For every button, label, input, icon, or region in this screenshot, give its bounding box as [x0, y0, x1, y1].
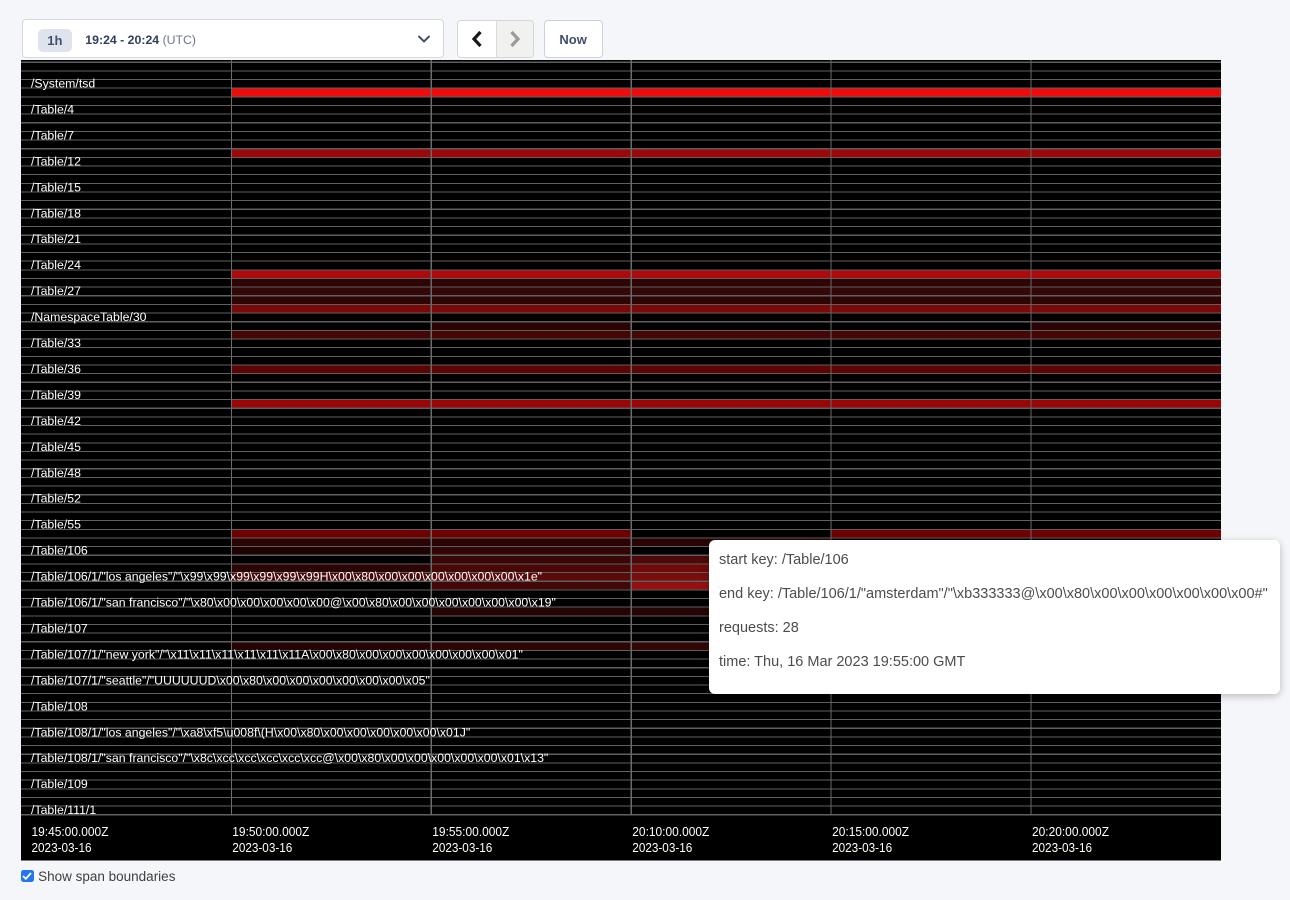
svg-text:19:50:00.000Z: 19:50:00.000Z	[232, 824, 309, 839]
svg-text:/Table/52: /Table/52	[31, 492, 81, 506]
svg-text:2023-03-16: 2023-03-16	[232, 840, 292, 855]
svg-text:/Table/39: /Table/39	[31, 388, 81, 402]
svg-text:20:15:00.000Z: 20:15:00.000Z	[832, 824, 909, 839]
svg-text:20:10:00.000Z: 20:10:00.000Z	[632, 824, 709, 839]
svg-text:2023-03-16: 2023-03-16	[832, 840, 892, 855]
svg-text:/Table/106/1/"san francisco"/": /Table/106/1/"san francisco"/"\x80\x00\x…	[31, 596, 556, 610]
svg-text:20:20:00.000Z: 20:20:00.000Z	[1032, 824, 1109, 839]
svg-text:/Table/15: /Table/15	[31, 180, 81, 194]
svg-text:/Table/107/1/"seattle"/"UUUUUU: /Table/107/1/"seattle"/"UUUUUUD\x00\x80\…	[31, 673, 430, 687]
svg-text:/Table/42: /Table/42	[31, 414, 81, 428]
svg-text:/Table/7: /Table/7	[31, 128, 74, 142]
svg-text:/NamespaceTable/30: /NamespaceTable/30	[31, 310, 147, 324]
svg-text:/Table/55: /Table/55	[31, 518, 81, 532]
svg-text:/Table/27: /Table/27	[31, 284, 81, 298]
svg-text:/Table/12: /Table/12	[31, 154, 81, 168]
svg-text:2023-03-16: 2023-03-16	[1032, 840, 1092, 855]
svg-text:/Table/106/1/"los angeles"/"\x: /Table/106/1/"los angeles"/"\x99\x99\x99…	[31, 570, 542, 584]
svg-text:2023-03-16: 2023-03-16	[432, 840, 492, 855]
svg-text:/Table/33: /Table/33	[31, 336, 81, 350]
svg-text:/Table/108/1/"los angeles"/"\x: /Table/108/1/"los angeles"/"\xa8\xf5\u00…	[31, 725, 470, 739]
svg-text:2023-03-16: 2023-03-16	[32, 840, 92, 855]
svg-text:/System/tsd: /System/tsd	[31, 77, 95, 91]
svg-text:/Table/18: /Table/18	[31, 206, 81, 220]
svg-text:/Table/106: /Table/106	[31, 544, 88, 558]
svg-text:/Table/107/1/"new york"/"\x11\: /Table/107/1/"new york"/"\x11\x11\x11\x1…	[31, 647, 523, 661]
svg-text:/Table/108/1/"san francisco"/": /Table/108/1/"san francisco"/"\x8c\xcc\x…	[31, 751, 548, 765]
svg-text:19:45:00.000Z: 19:45:00.000Z	[32, 824, 109, 839]
svg-text:/Table/111/1: /Table/111/1	[31, 803, 96, 817]
svg-text:/Table/107: /Table/107	[31, 621, 88, 635]
svg-text:/Table/48: /Table/48	[31, 466, 81, 480]
svg-text:/Table/36: /Table/36	[31, 362, 81, 376]
svg-text:/Table/4: /Table/4	[31, 102, 74, 116]
svg-text:/Table/21: /Table/21	[31, 232, 81, 246]
svg-text:/Table/108: /Table/108	[31, 699, 88, 713]
svg-text:19:55:00.000Z: 19:55:00.000Z	[432, 824, 509, 839]
svg-text:2023-03-16: 2023-03-16	[632, 840, 692, 855]
svg-text:/Table/24: /Table/24	[31, 258, 81, 272]
svg-text:/Table/45: /Table/45	[31, 440, 81, 454]
svg-text:/Table/109: /Table/109	[31, 777, 88, 791]
